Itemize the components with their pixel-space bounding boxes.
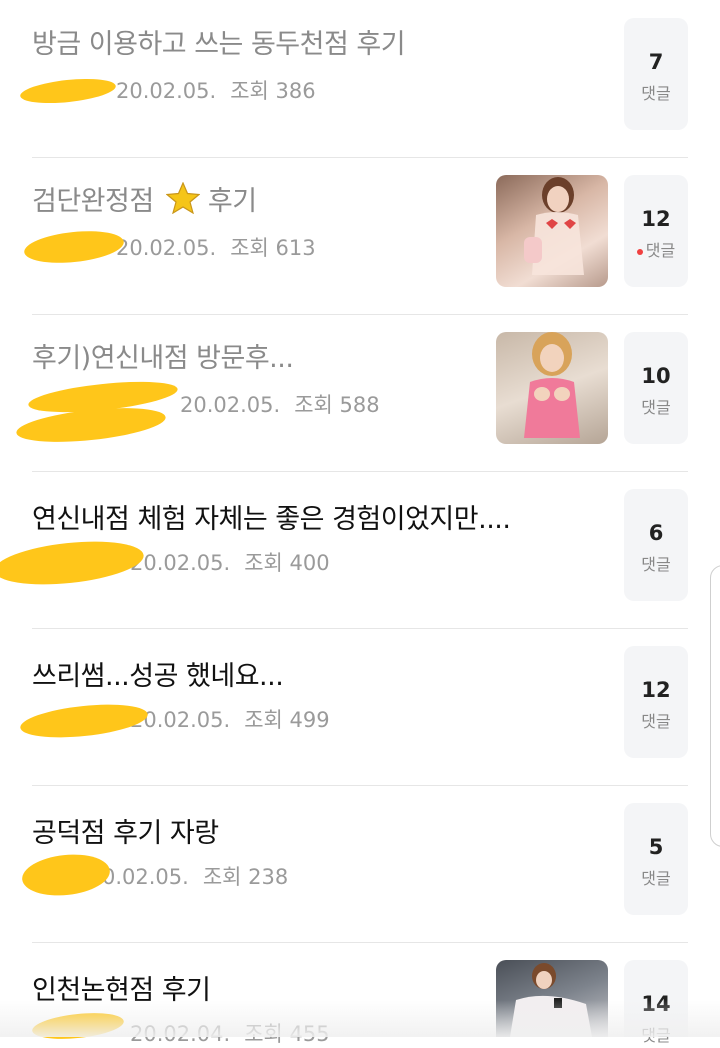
list-item[interactable]: 후기)연신내점 방문후... 20.02.05. 조회 588 10 댓글 — [14, 314, 688, 472]
bottom-fade — [0, 1000, 720, 1037]
post-views: 조회 499 — [244, 708, 330, 732]
list-item[interactable]: 쓰리썸...성공 했네요... 20.02.05. 조회 499 12 댓글 — [18, 628, 688, 786]
comment-label: 댓글 — [641, 84, 671, 103]
post-views: 조회 386 — [230, 79, 316, 103]
post-date: 0.02.05. — [102, 865, 189, 889]
comment-count-box[interactable]: 12 댓글 — [624, 175, 688, 287]
post-date: 20.02.05. — [116, 79, 217, 103]
comment-count: 7 — [648, 50, 664, 74]
comment-count-box[interactable]: 5 댓글 — [624, 803, 688, 915]
post-date: 20.02.05. — [130, 551, 231, 575]
comment-label: 댓글 — [624, 237, 688, 261]
post-title-suffix: 후기 — [207, 186, 257, 217]
new-comment-dot — [636, 248, 643, 255]
comment-label-text: 댓글 — [645, 241, 676, 260]
post-title[interactable]: 공덕점 후기 자랑 — [32, 811, 219, 850]
list-item[interactable]: 공덕점 후기 자랑 0.02.05. 조회 238 5 댓글 — [20, 785, 688, 943]
list-item[interactable]: 방금 이용하고 쓰는 동두천점 후기 20.02.05. 조회 386 7 댓글 — [19, 0, 688, 158]
post-title[interactable]: 방금 이용하고 쓰는 동두천점 후기 — [32, 22, 405, 61]
star-icon — [165, 181, 201, 215]
post-views: 조회 613 — [230, 236, 316, 260]
comment-count: 6 — [648, 521, 664, 545]
list-item[interactable]: 연신내점 체험 자체는 좋은 경험이었지만.... 20.02.05. 조회 40… — [0, 471, 688, 629]
scroll-handle[interactable] — [710, 565, 720, 847]
post-date: 20.02.05. — [116, 236, 217, 260]
thumbnail-image — [524, 332, 580, 438]
thumbnail-image — [524, 177, 584, 275]
comment-count: 10 — [641, 364, 671, 388]
post-thumbnail[interactable] — [496, 175, 608, 287]
post-date: 20.02.05. — [180, 393, 281, 417]
comment-count-box[interactable]: 6 댓글 — [624, 489, 688, 601]
post-title[interactable]: 연신내점 체험 자체는 좋은 경험이었지만.... — [32, 497, 510, 536]
redaction-scribble — [20, 850, 112, 900]
post-title[interactable]: 검단완정점 후기 — [32, 179, 257, 218]
post-views: 조회 588 — [294, 393, 380, 417]
post-title[interactable]: 쓰리썸...성공 했네요... — [32, 654, 283, 693]
comment-label: 댓글 — [641, 712, 671, 731]
comment-count-box[interactable]: 12 댓글 — [624, 646, 688, 758]
comment-label: 댓글 — [641, 869, 671, 888]
redaction-scribble — [0, 535, 146, 591]
comment-count: 12 — [641, 207, 671, 231]
comment-count-box[interactable]: 7 댓글 — [624, 18, 688, 130]
comment-count: 5 — [648, 835, 664, 859]
post-views: 조회 400 — [244, 551, 330, 575]
list-item[interactable]: 검단완정점 후기 20.02.05. 조회 613 12 댓글 — [22, 157, 688, 315]
post-views: 조회 238 — [202, 865, 289, 889]
post-thumbnail[interactable] — [496, 332, 608, 444]
comment-label: 댓글 — [641, 398, 671, 417]
comment-count-box[interactable]: 10 댓글 — [624, 332, 688, 444]
post-title-text: 검단완정점 — [32, 186, 154, 217]
comment-count: 12 — [641, 678, 671, 702]
comment-label: 댓글 — [641, 555, 671, 574]
post-title[interactable]: 후기)연신내점 방문후... — [32, 336, 293, 375]
